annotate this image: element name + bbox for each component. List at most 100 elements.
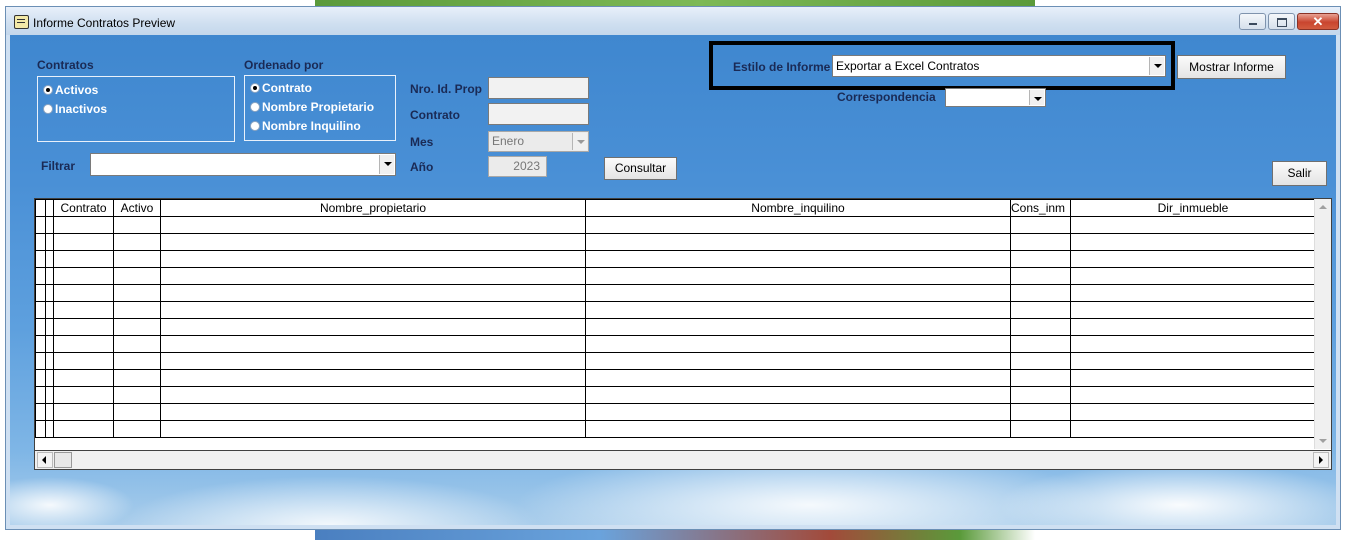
table-cell[interactable] [45, 301, 54, 319]
table-cell[interactable] [585, 250, 1011, 268]
table-cell[interactable] [160, 369, 586, 387]
table-cell[interactable] [45, 250, 54, 268]
table-cell[interactable] [1070, 420, 1314, 438]
table-row[interactable] [35, 352, 1314, 370]
table-cell[interactable] [585, 352, 1011, 370]
table-cell[interactable] [1070, 216, 1314, 234]
nro-id-prop-input[interactable] [488, 77, 589, 99]
table-cell[interactable] [585, 335, 1011, 353]
table-row[interactable] [35, 369, 1314, 387]
table-cell[interactable] [585, 284, 1011, 302]
table-cell[interactable] [160, 233, 586, 251]
table-cell[interactable] [160, 386, 586, 404]
table-cell[interactable] [113, 403, 161, 421]
table-cell[interactable] [35, 267, 46, 285]
table-cell[interactable] [35, 335, 46, 353]
scroll-up-icon[interactable] [1315, 199, 1331, 215]
table-cell[interactable] [585, 318, 1011, 336]
table-cell[interactable] [1070, 233, 1314, 251]
radio-nombre-propietario[interactable]: Nombre Propietario [250, 100, 374, 114]
contracts-grid[interactable]: Contrato Activo Nombre_propietario Nombr… [34, 198, 1332, 470]
table-row[interactable] [35, 216, 1314, 234]
table-cell[interactable] [53, 403, 114, 421]
table-cell[interactable] [113, 250, 161, 268]
table-cell[interactable] [1010, 267, 1071, 285]
column-header-contrato[interactable]: Contrato [53, 199, 114, 217]
scroll-left-icon[interactable] [37, 452, 53, 468]
table-cell[interactable] [160, 267, 586, 285]
table-cell[interactable] [1070, 335, 1314, 353]
table-cell[interactable] [160, 335, 586, 353]
column-header-dir-inmueble[interactable]: Dir_inmueble [1070, 199, 1314, 217]
table-cell[interactable] [160, 301, 586, 319]
radio-activos[interactable]: Activos [43, 83, 98, 97]
table-cell[interactable] [1010, 216, 1071, 234]
table-cell[interactable] [585, 216, 1011, 234]
table-cell[interactable] [113, 386, 161, 404]
table-cell[interactable] [35, 216, 46, 234]
table-cell[interactable] [1070, 318, 1314, 336]
table-cell[interactable] [45, 335, 54, 353]
scroll-thumb[interactable] [54, 452, 72, 468]
table-cell[interactable] [35, 386, 46, 404]
table-cell[interactable] [1010, 403, 1071, 421]
table-cell[interactable] [585, 301, 1011, 319]
table-cell[interactable] [1010, 250, 1071, 268]
table-cell[interactable] [53, 233, 114, 251]
close-button[interactable]: ✕ [1297, 13, 1339, 30]
table-cell[interactable] [1010, 301, 1071, 319]
table-cell[interactable] [1010, 233, 1071, 251]
chevron-down-icon[interactable] [1029, 90, 1044, 105]
table-cell[interactable] [585, 420, 1011, 438]
table-row[interactable] [35, 420, 1314, 438]
table-cell[interactable] [35, 352, 46, 370]
table-row[interactable] [35, 335, 1314, 353]
radio-activos-indicator[interactable] [43, 85, 53, 95]
table-row[interactable] [35, 267, 1314, 285]
radio-nombre-inquilino[interactable]: Nombre Inquilino [250, 119, 361, 133]
table-cell[interactable] [113, 301, 161, 319]
radio-contrato-indicator[interactable] [250, 83, 260, 93]
table-cell[interactable] [45, 267, 54, 285]
horizontal-scrollbar[interactable] [35, 450, 1331, 469]
radio-inactivos-indicator[interactable] [43, 104, 53, 114]
table-cell[interactable] [53, 301, 114, 319]
table-cell[interactable] [45, 216, 54, 234]
table-cell[interactable] [585, 369, 1011, 387]
radio-contrato[interactable]: Contrato [250, 81, 312, 95]
chevron-down-icon[interactable] [379, 155, 394, 174]
scroll-right-icon[interactable] [1313, 452, 1329, 468]
table-cell[interactable] [160, 216, 586, 234]
table-cell[interactable] [45, 369, 54, 387]
table-cell[interactable] [1010, 284, 1071, 302]
table-cell[interactable] [45, 284, 54, 302]
salir-button[interactable]: Salir [1272, 161, 1327, 186]
chevron-down-icon[interactable] [572, 133, 587, 150]
table-cell[interactable] [35, 250, 46, 268]
table-cell[interactable] [1070, 369, 1314, 387]
table-cell[interactable] [53, 369, 114, 387]
table-cell[interactable] [53, 420, 114, 438]
table-cell[interactable] [53, 267, 114, 285]
table-cell[interactable] [45, 318, 54, 336]
table-cell[interactable] [35, 420, 46, 438]
table-row[interactable] [35, 318, 1314, 336]
table-cell[interactable] [113, 369, 161, 387]
mes-combo[interactable]: Enero [488, 131, 589, 152]
table-cell[interactable] [53, 352, 114, 370]
filtrar-combo[interactable] [90, 153, 396, 176]
title-bar[interactable]: Informe Contratos Preview ✕ [6, 7, 1340, 35]
table-cell[interactable] [1070, 250, 1314, 268]
table-cell[interactable] [1010, 369, 1071, 387]
table-cell[interactable] [160, 403, 586, 421]
minimize-button[interactable] [1239, 13, 1266, 30]
table-cell[interactable] [1010, 386, 1071, 404]
correspondencia-combo[interactable] [945, 88, 1046, 107]
table-cell[interactable] [113, 318, 161, 336]
marker-header[interactable] [45, 199, 54, 217]
table-cell[interactable] [1010, 318, 1071, 336]
chevron-down-icon[interactable] [1149, 57, 1164, 75]
table-row[interactable] [35, 284, 1314, 302]
contrato-input[interactable] [488, 103, 589, 125]
column-header-nombre-propietario[interactable]: Nombre_propietario [160, 199, 586, 217]
